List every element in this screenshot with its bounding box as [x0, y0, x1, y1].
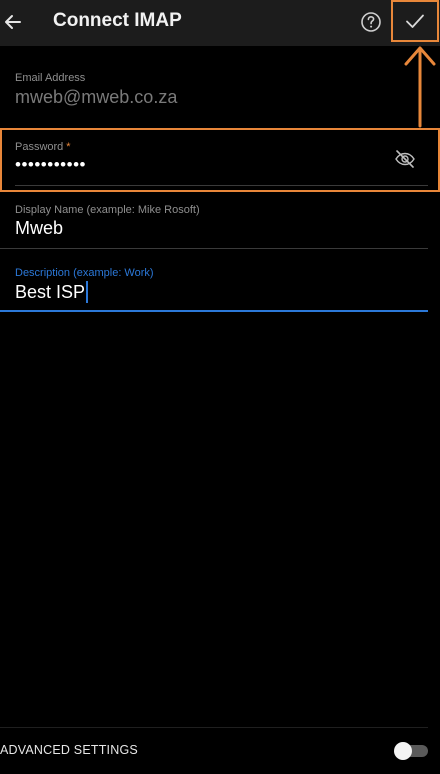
description-underline — [0, 310, 428, 312]
password-underline — [15, 185, 428, 186]
required-marker: * — [66, 141, 71, 153]
toggle-knob — [394, 742, 412, 760]
email-field: Email Address mweb@mweb.co.za — [0, 66, 428, 126]
text-caret — [86, 281, 89, 303]
password-label: Password — [15, 141, 64, 153]
help-button[interactable] — [359, 10, 383, 34]
description-input[interactable]: Best ISP — [15, 282, 85, 302]
advanced-settings-label: ADVANCED SETTINGS — [0, 743, 138, 757]
password-visibility-toggle[interactable] — [393, 147, 417, 171]
footer-divider — [0, 727, 428, 728]
description-label: Description (example: Work) — [15, 267, 154, 279]
password-field[interactable]: Password * ••••••••••• — [0, 128, 428, 188]
app-bar: Connect IMAP — [0, 0, 440, 46]
back-button[interactable] — [0, 6, 26, 38]
advanced-settings-toggle[interactable] — [394, 742, 428, 760]
password-input[interactable]: ••••••••••• — [15, 154, 86, 176]
arrow-left-icon — [5, 15, 21, 29]
description-field[interactable]: Description (example: Work) Best ISP — [0, 259, 428, 315]
email-value: mweb@mweb.co.za — [15, 87, 178, 107]
checkmark-icon — [406, 14, 424, 28]
display-name-field[interactable]: Display Name (example: Mike Rosoft) Mweb — [0, 196, 428, 252]
eye-off-icon — [395, 150, 415, 168]
description-input-wrap[interactable]: Best ISP — [15, 281, 89, 303]
display-name-input[interactable]: Mweb — [15, 217, 63, 239]
page-title: Connect IMAP — [53, 10, 182, 31]
display-name-underline — [0, 248, 428, 249]
confirm-button[interactable] — [391, 0, 439, 42]
email-label: Email Address — [15, 72, 86, 84]
password-label-row: Password * — [15, 141, 71, 154]
question-circle-icon — [361, 12, 381, 32]
display-name-label: Display Name (example: Mike Rosoft) — [15, 204, 200, 216]
